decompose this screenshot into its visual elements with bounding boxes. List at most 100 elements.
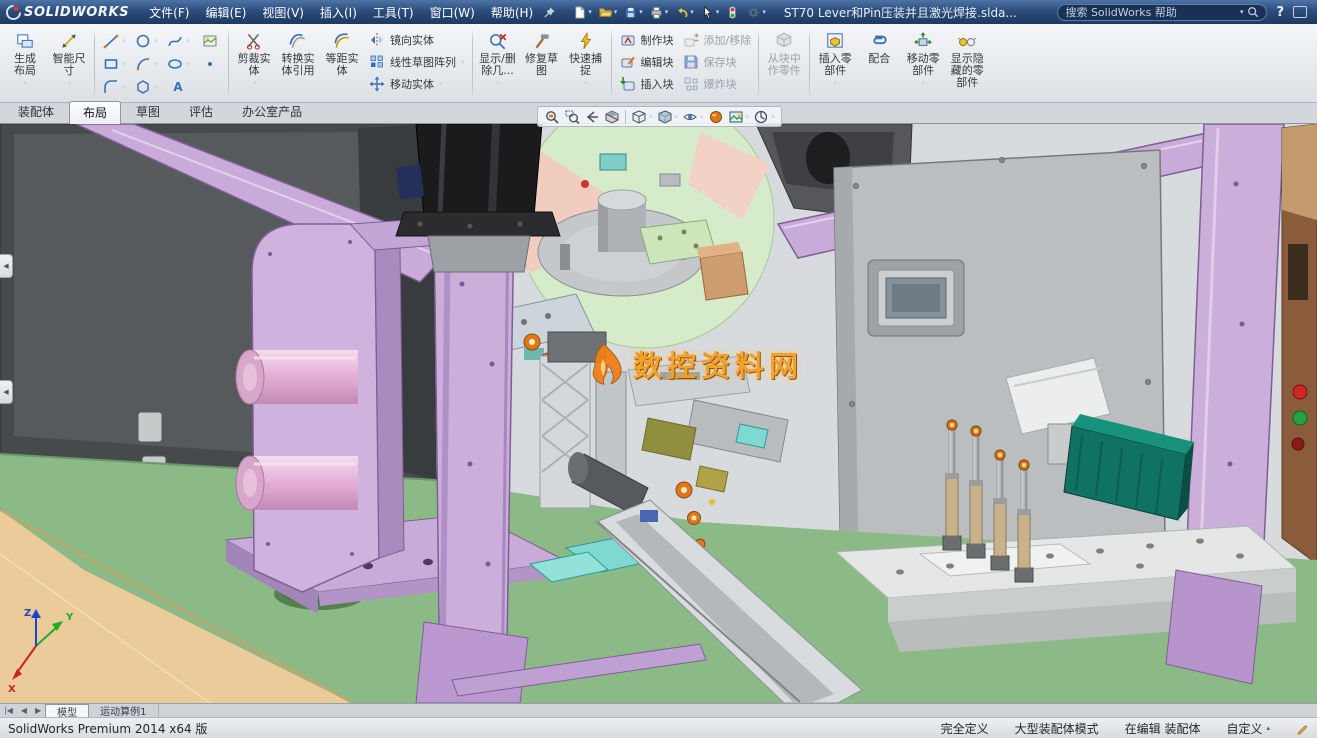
- spline-tool-button[interactable]: ▾: [162, 30, 193, 52]
- polygon-tool-button[interactable]: ▾: [130, 76, 161, 98]
- print-button[interactable]: ▾: [647, 4, 671, 21]
- add-remove-entities-button[interactable]: 添加/移除: [678, 29, 756, 50]
- make-block-button[interactable]: 制作块: [615, 29, 678, 50]
- line-tool-button[interactable]: ▾: [98, 30, 129, 52]
- sketch-picture-button[interactable]: [194, 30, 225, 52]
- tab-sketch[interactable]: 草图: [122, 100, 174, 123]
- apply-scene-button[interactable]: ▾: [727, 109, 751, 125]
- add-remove-icon: [682, 29, 700, 51]
- search-input[interactable]: [1065, 5, 1235, 19]
- new-document-button[interactable]: ▾: [570, 4, 594, 21]
- window-restore-button[interactable]: [1293, 6, 1307, 18]
- edit-appearance-button[interactable]: [707, 109, 725, 125]
- menu-edit[interactable]: 编辑(E): [197, 1, 254, 24]
- point-tool-button[interactable]: [194, 53, 225, 75]
- quick-snaps-button[interactable]: 快速捕 捉 ▾: [564, 27, 608, 90]
- collapse-pane-arrow[interactable]: ◀: [0, 380, 13, 404]
- mate-button[interactable]: 配合: [857, 27, 901, 66]
- view-settings-icon: [754, 110, 768, 123]
- menu-tools[interactable]: 工具(T): [365, 1, 422, 24]
- edit-block-icon: [619, 51, 637, 73]
- section-view-icon: [605, 109, 619, 124]
- select-button[interactable]: ▾: [698, 4, 722, 21]
- display-delete-relations-button[interactable]: 显示/删 除几... ▾: [476, 27, 520, 90]
- trim-entities-icon: [244, 30, 264, 52]
- tab-motion-study[interactable]: 运动算例1: [89, 704, 159, 718]
- undo-button[interactable]: ▾: [672, 4, 696, 21]
- help-button[interactable]: ?: [1276, 5, 1284, 20]
- make-part-from-block-icon: [774, 30, 794, 52]
- graphics-area[interactable]: X Y Z 数控资料网 ◀ ◀: [0, 124, 1317, 703]
- generate-layout-icon: [15, 30, 35, 52]
- edit-block-button[interactable]: 编辑块: [615, 51, 678, 72]
- zoom-fit-button[interactable]: [543, 109, 561, 125]
- open-button[interactable]: ▾: [596, 4, 620, 21]
- linear-sketch-pattern-button[interactable]: 线性草图阵列 ▾: [364, 51, 469, 72]
- chevron-down-icon[interactable]: ▾: [1240, 8, 1244, 16]
- tab-layout[interactable]: 布局: [69, 101, 122, 124]
- rectangle-tool-button[interactable]: ▾: [98, 53, 129, 75]
- section-view-button[interactable]: [603, 109, 621, 125]
- rebuild-button[interactable]: [723, 4, 742, 21]
- assembly-3d-view[interactable]: X Y Z: [0, 124, 1317, 703]
- collapse-pane-arrow[interactable]: ◀: [0, 254, 13, 278]
- edit-pencil-icon[interactable]: [1296, 722, 1309, 735]
- insert-block-button[interactable]: 插入块: [615, 73, 678, 94]
- arc-icon: [136, 57, 150, 71]
- view-orientation-button[interactable]: ▾: [630, 109, 654, 125]
- help-search-box[interactable]: ▾: [1057, 3, 1268, 21]
- chevron-down-icon: ▾: [153, 37, 158, 45]
- circle-tool-button[interactable]: ▾: [130, 30, 161, 52]
- chevron-down-icon: ▾: [588, 8, 592, 16]
- previous-view-icon: [586, 110, 598, 123]
- display-style-button[interactable]: ▾: [656, 109, 680, 125]
- smart-dimension-button[interactable]: 智能尺 寸 ▾: [47, 27, 91, 90]
- fillet-tool-button[interactable]: ▾: [98, 76, 129, 98]
- tab-evaluate[interactable]: 评估: [175, 100, 227, 123]
- triad-y-label: Y: [65, 612, 74, 623]
- arc-tool-button[interactable]: ▾: [130, 53, 161, 75]
- zoom-area-button[interactable]: [563, 109, 581, 125]
- menu-insert[interactable]: 插入(I): [312, 1, 365, 24]
- chevron-down-icon: ▾: [833, 79, 838, 87]
- options-button[interactable]: ▾: [744, 4, 768, 21]
- menu-view[interactable]: 视图(V): [254, 1, 312, 24]
- tab-scroll-right-button[interactable]: ▶: [31, 704, 45, 717]
- gear-icon: [748, 6, 759, 18]
- tab-assembly[interactable]: 装配体: [4, 100, 68, 123]
- menu-window[interactable]: 窗口(W): [422, 1, 483, 24]
- make-part-from-block-button[interactable]: 从块中 作零件: [762, 27, 806, 78]
- move-component-button[interactable]: 移动零 部件 ▾: [901, 27, 945, 90]
- tab-scroll-start-button[interactable]: |◀: [0, 704, 17, 717]
- generate-layout-button[interactable]: 生成 布局 ▾: [3, 27, 47, 90]
- menu-help[interactable]: 帮助(H): [483, 1, 541, 24]
- show-hidden-components-button[interactable]: 显示隐 藏的零 部件: [945, 27, 989, 90]
- ds-logo-icon: [6, 4, 21, 20]
- previous-view-button[interactable]: [583, 109, 601, 125]
- convert-entities-button[interactable]: 转换实 体引用: [276, 27, 320, 78]
- move-entities-button[interactable]: 移动实体 ▾: [364, 73, 469, 94]
- insert-components-button[interactable]: 插入零 部件 ▾: [813, 27, 857, 90]
- save-button[interactable]: ▾: [621, 4, 645, 21]
- offset-entities-icon: [332, 30, 352, 52]
- explode-block-icon: [682, 73, 700, 95]
- trim-entities-button[interactable]: 剪裁实 体 ▾: [232, 27, 276, 90]
- search-icon[interactable]: [1247, 6, 1259, 18]
- explode-block-button[interactable]: 爆炸块: [678, 73, 756, 94]
- text-tool-button[interactable]: A: [162, 76, 193, 98]
- menu-file[interactable]: 文件(F): [141, 1, 197, 24]
- repair-sketch-button[interactable]: 修复草 图: [520, 27, 564, 78]
- save-block-button[interactable]: 保存块: [678, 51, 756, 72]
- customize-status-bar-button[interactable]: 自定义 ▴: [1226, 720, 1270, 737]
- chevron-down-icon: ▾: [715, 8, 720, 16]
- document-title: ST70 Lever和Pin压装并且激光焊接.slda...: [783, 5, 1017, 20]
- tab-scroll-left-button[interactable]: ◀: [17, 704, 31, 717]
- ellipse-tool-button[interactable]: ▾: [162, 53, 193, 75]
- offset-entities-button[interactable]: 等距实 体: [320, 27, 364, 78]
- tab-model[interactable]: 模型: [45, 704, 90, 719]
- tab-office-products[interactable]: 办公室产品: [228, 100, 316, 123]
- mirror-entities-button[interactable]: 镜向实体: [364, 29, 469, 50]
- view-settings-button[interactable]: ▾: [752, 109, 776, 125]
- hide-show-items-button[interactable]: ▾: [681, 109, 705, 125]
- pin-menu-icon[interactable]: [543, 6, 556, 19]
